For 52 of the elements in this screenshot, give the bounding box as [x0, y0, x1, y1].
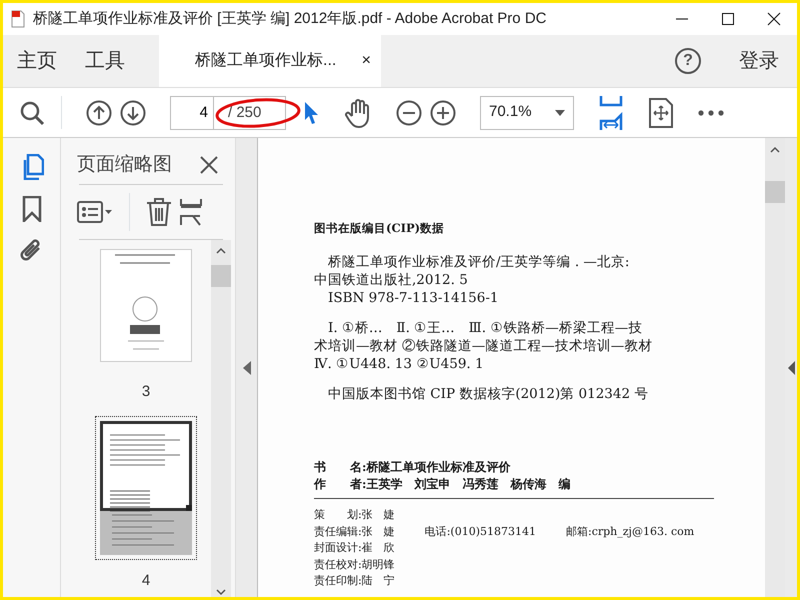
document-tab[interactable]: 桥隧工单项作业标... ×: [159, 35, 381, 87]
help-button[interactable]: ?: [675, 48, 701, 74]
fit-page-icon[interactable]: [648, 98, 674, 128]
document-text-line: Ⅰ. ①桥… Ⅱ. ①王… Ⅲ. ①铁路桥—桥梁工程—技: [327, 319, 644, 338]
scrollbar-thumb[interactable]: [765, 181, 785, 203]
collapse-panel-icon[interactable]: [788, 360, 794, 374]
document-text-line: 中国版本图书馆 CIP 数据核字(2012)第 012342 号: [327, 385, 650, 404]
document-text-line: 术培训—教材 ②铁路隧道—隧道工程—技术培训—教材: [314, 337, 654, 356]
thumbnail-label: 4: [142, 570, 150, 590]
document-text-line: Ⅳ. ①U448. 13 ②U459. 1: [314, 355, 485, 374]
caret-icon: [555, 110, 565, 116]
scrollbar-thumb[interactable]: [211, 265, 231, 287]
credit-text: 策 划:张 婕: [314, 507, 395, 524]
credit-text: 邮箱:crph_zj@163. com: [566, 524, 694, 540]
nav-tab[interactable]: 主页: [3, 35, 71, 87]
document-text-line: ISBN 978-7-113-14156-1: [327, 289, 500, 308]
next-page-icon[interactable]: [120, 100, 146, 126]
document-heading: 图书在版编目(CIP)数据: [314, 220, 446, 237]
credit-text: 封面设计:崔 欣: [314, 540, 395, 556]
previous-page-icon[interactable]: [86, 100, 112, 126]
fit-width-icon[interactable]: [598, 94, 624, 130]
thumbnail-label: 3: [142, 382, 150, 402]
document-text-line: 桥隧工单项作业标准及评价/王英学等编 . —北京:: [327, 253, 630, 272]
bookmark-icon[interactable]: [22, 196, 42, 222]
login-button[interactable]: 登录: [725, 35, 793, 87]
window-title: 桥隧工单项作业标准及评价 [王英学 编] 2012年版.pdf - Adobe Acrobat Pro DC: [33, 8, 548, 29]
credit-text: 责任编辑:张 婕: [314, 524, 395, 540]
page-number-field[interactable]: 4: [170, 96, 214, 130]
credit-text: 责任印制:陆 宁: [314, 573, 395, 590]
close-icon[interactable]: [199, 155, 219, 175]
zoom-out-icon[interactable]: [396, 100, 422, 126]
credit-text: 作 者:王英学 刘宝申 冯秀莲 杨传海 编: [314, 476, 570, 492]
page-total: / 250: [214, 96, 286, 130]
collapse-panel-icon[interactable]: [242, 360, 250, 374]
selected-page-thumbnail[interactable]: [95, 416, 197, 560]
extract-pages-icon[interactable]: [180, 198, 202, 226]
list-options-icon[interactable]: [77, 201, 113, 223]
zoom-in-icon[interactable]: [430, 100, 456, 126]
pdf-file-icon: [11, 10, 25, 28]
credit-text: 责任校对:胡明锋: [314, 556, 395, 573]
credit-text: 书 名:桥隧工单项作业标准及评价: [314, 459, 510, 476]
zoom-dropdown[interactable]: 70.1%: [480, 96, 574, 130]
tab-close-button[interactable]: ×: [362, 49, 371, 73]
pointer-icon[interactable]: [302, 100, 320, 126]
trash-icon[interactable]: [146, 198, 172, 226]
credit-text: 电话:(010)51873141: [424, 524, 536, 540]
hand-icon[interactable]: [344, 98, 372, 128]
document-text-line: 中国铁道出版社,2012. 5: [314, 271, 469, 290]
nav-tab[interactable]: 工具: [71, 35, 139, 87]
search-icon[interactable]: [19, 100, 45, 126]
panel-title: 页面缩略图: [77, 152, 172, 177]
more-icon[interactable]: [698, 110, 724, 116]
